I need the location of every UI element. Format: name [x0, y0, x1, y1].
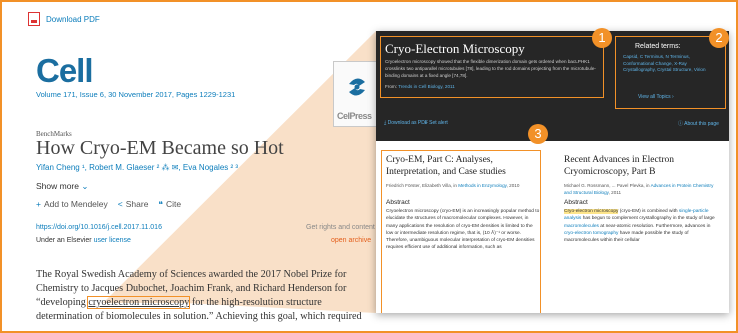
topic-term-link[interactable]: cryoelectron microscopy: [87, 296, 191, 309]
body-line: determination of biomolecules in solutio…: [36, 311, 362, 322]
highlighted-term: Cryo-electron microscopy: [564, 209, 619, 214]
callout-badge-2: 2: [709, 28, 729, 48]
show-more-button[interactable]: Show more ⌄: [36, 181, 89, 192]
card-year: , 2011: [608, 189, 622, 195]
cite-label: Cite: [166, 199, 182, 209]
card-title[interactable]: Recent Advances in Electron Cryomicrosco…: [564, 154, 719, 178]
card-abstract-label: Abstract: [564, 199, 588, 206]
article-title: How Cryo-EM Became so Hot: [36, 137, 284, 159]
abstract-text: at near-atomic resolution. Furthermore, …: [600, 223, 711, 229]
body-line: “developing cryoelectron microscopy for …: [36, 296, 416, 310]
abstract-text: has begun to complement crystallography …: [582, 216, 715, 222]
highlight-box-2: [615, 36, 726, 109]
body-line: Chemistry to Jacques Dubochet, Joachim F…: [36, 282, 416, 296]
download-pdf-label: Download PDF: [46, 14, 100, 24]
download-icon: ⤓: [384, 120, 387, 126]
download-as-pdf-label: Download as PDF: [387, 120, 428, 126]
bell-icon: ♫: [424, 120, 428, 126]
chevron-down-icon: ⌄: [81, 181, 89, 191]
card-authors: Michael G. Rossmann, ... Pavel Plevka, i…: [564, 183, 650, 188]
download-as-pdf-button[interactable]: ⤓ Download as PDF: [384, 120, 428, 126]
abstract-text: (cryo-EM) is combined with: [619, 209, 678, 214]
journal-logo[interactable]: Cell: [36, 54, 94, 87]
callout-badge-3: 3: [528, 124, 548, 144]
highlight-box-1: [380, 36, 604, 98]
highlight-box-3: [381, 150, 541, 313]
pdf-icon: [28, 12, 40, 26]
show-more-label: Show more: [36, 181, 79, 191]
about-page-button[interactable]: ⓘ About this page: [678, 120, 719, 127]
set-alert-label: Set alert: [429, 120, 448, 126]
info-icon: ⓘ: [678, 121, 684, 127]
add-mendeley-label: Add to Mendeley: [43, 199, 108, 209]
body-text: for the high-resolution structure: [191, 297, 322, 308]
set-alert-button[interactable]: ♫ Set alert: [424, 120, 448, 126]
figure-frame: Download PDF Cell Volume 171, Issue 6, 3…: [0, 0, 738, 333]
cellpress-icon: [349, 78, 365, 96]
rights-link[interactable]: Get rights and content: [306, 224, 375, 231]
topic-popup: Cryo-Electron Microscopy Cryoelectron mi…: [376, 31, 729, 313]
reference-card[interactable]: Recent Advances in Electron Cryomicrosco…: [559, 150, 727, 313]
popup-toolbar: ⤓ Download as PDF ♫ Set alert ⓘ About th…: [376, 111, 729, 141]
quote-icon: ❝: [158, 199, 163, 209]
article-body: The Royal Swedish Academy of Sciences aw…: [36, 268, 416, 324]
topic-link[interactable]: macromolecules: [564, 224, 599, 229]
body-line: The Royal Swedish Academy of Sciences aw…: [36, 269, 347, 280]
body-text: Chemistry to Jacques Dubochet, Joachim F…: [36, 283, 347, 294]
body-text: “developing: [36, 297, 86, 308]
license-info: Under an Elsevier user license: [36, 237, 131, 244]
topic-header-panel: Cryo-Electron Microscopy Cryoelectron mi…: [376, 31, 729, 141]
callout-badge-1: 1: [592, 28, 612, 48]
share-button[interactable]: < Share: [118, 199, 149, 210]
share-icon: <: [117, 199, 123, 209]
open-archive-badge: open archive: [331, 237, 372, 244]
publisher-name: CelPress: [337, 111, 372, 121]
license-prefix: Under an Elsevier: [36, 237, 92, 244]
about-page-label: About this page: [684, 121, 719, 127]
doi-link[interactable]: https://doi.org/10.1016/j.cell.2017.11.0…: [36, 224, 162, 231]
topic-link[interactable]: cryo-electron tomography: [564, 231, 618, 236]
add-mendeley-button[interactable]: + Add to Mendeley: [36, 199, 108, 210]
card-abstract-text: Cryo-electron microscopy (cryo-EM) is co…: [564, 208, 719, 244]
license-link[interactable]: user license: [94, 237, 131, 244]
cite-button[interactable]: ❝ Cite: [158, 199, 181, 210]
card-meta: Michael G. Rossmann, ... Pavel Plevka, i…: [564, 183, 719, 196]
share-label: Share: [125, 199, 149, 209]
plus-icon: +: [36, 199, 41, 209]
author-list[interactable]: Yifan Cheng ¹, Robert M. Glaeser ² ⁂ ✉, …: [36, 163, 238, 172]
article-actions: + Add to Mendeley < Share ❝ Cite: [36, 199, 181, 210]
download-pdf-link[interactable]: Download PDF: [28, 12, 100, 26]
volume-info[interactable]: Volume 171, Issue 6, 30 November 2017, P…: [36, 90, 235, 99]
